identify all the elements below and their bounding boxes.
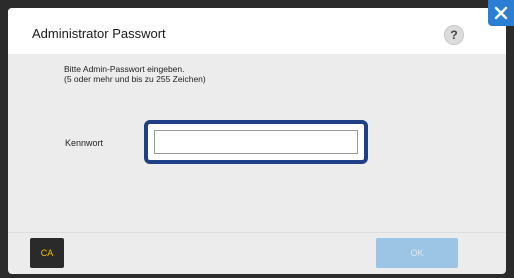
password-field-frame[interactable] [144, 120, 368, 164]
password-input[interactable] [154, 130, 358, 154]
close-button[interactable] [488, 0, 514, 26]
ca-button[interactable]: CA [30, 238, 64, 268]
instruction-line-1: Bitte Admin-Passwort eingeben. [64, 64, 185, 74]
instruction-line-2: (5 oder mehr und bis zu 255 Zeichen) [64, 74, 206, 84]
password-label: Kennwort [65, 138, 104, 148]
dialog-title-bar: Administrator Passwort ? [8, 8, 506, 54]
admin-password-dialog: Administrator Passwort ? Bitte Admin-Pas… [8, 8, 506, 274]
ok-button[interactable]: OK [376, 238, 458, 268]
instructions-text: Bitte Admin-Passwort eingeben. (5 oder m… [64, 64, 206, 84]
dialog-title: Administrator Passwort [32, 26, 166, 41]
screen-background: Administrator Passwort ? Bitte Admin-Pas… [0, 0, 514, 278]
close-x-icon [494, 6, 508, 20]
footer-divider [8, 232, 506, 233]
help-button[interactable]: ? [444, 25, 464, 45]
